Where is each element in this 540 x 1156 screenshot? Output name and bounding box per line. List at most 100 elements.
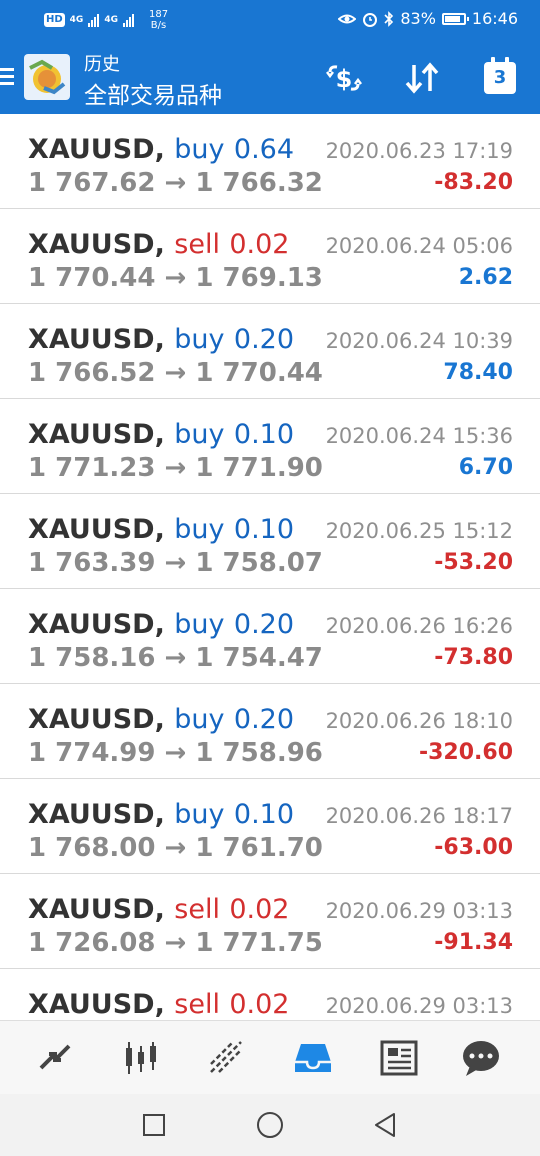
- trade-profit: -91.34: [434, 930, 513, 955]
- table-row[interactable]: XAUUSD, buy 0.64 1 767.62 → 1 766.32 202…: [0, 114, 540, 209]
- table-row[interactable]: XAUUSD, buy 0.20 1 774.99 → 1 758.96 202…: [0, 684, 540, 779]
- trade-side: buy: [174, 134, 225, 165]
- arrow-icon: →: [164, 263, 187, 293]
- status-left: HD 4G 4G 187 B/s: [44, 9, 168, 31]
- table-row[interactable]: XAUUSD, sell 0.02 2020.06.29 03:13: [0, 969, 540, 1020]
- table-row[interactable]: XAUUSD, buy 0.10 1 763.39 → 1 758.07 202…: [0, 494, 540, 589]
- battery-percent: 83%: [400, 9, 436, 28]
- app-bar: 历史 全部交易品种 $ 3: [0, 42, 540, 114]
- open-price: 1 771.23: [28, 453, 156, 483]
- open-price: 1 758.16: [28, 643, 156, 673]
- trade-symbol: XAUUSD,: [28, 704, 165, 735]
- trade-time: 2020.06.26 18:10: [325, 709, 513, 733]
- trade-volume: 0.02: [229, 989, 290, 1020]
- clock: 16:46: [471, 9, 518, 28]
- hd-indicator: HD: [44, 13, 65, 27]
- tab-news[interactable]: [374, 1033, 424, 1083]
- signal-bars-icon: [122, 13, 134, 27]
- tab-trade[interactable]: [202, 1033, 252, 1083]
- table-row[interactable]: XAUUSD, buy 0.10 1 771.23 → 1 771.90 202…: [0, 399, 540, 494]
- table-row[interactable]: XAUUSD, buy 0.20 1 766.52 → 1 770.44 202…: [0, 304, 540, 399]
- trade-prices: 1 774.99 → 1 758.96: [28, 738, 323, 768]
- trade-side: buy: [174, 609, 225, 640]
- battery-fill: [444, 15, 460, 22]
- news-icon: [380, 1040, 418, 1076]
- trade-title: XAUUSD, buy 0.20: [28, 324, 294, 355]
- status-bar: HD 4G 4G 187 B/s 83% 16:46: [0, 0, 540, 42]
- chat-icon: [463, 1041, 499, 1076]
- table-row[interactable]: XAUUSD, buy 0.10 1 768.00 → 1 761.70 202…: [0, 779, 540, 874]
- trade-profit: 6.70: [458, 455, 513, 480]
- trade-time: 2020.06.24 05:06: [325, 234, 513, 258]
- back-button[interactable]: [370, 1110, 400, 1140]
- trade-volume: 0.02: [229, 229, 290, 260]
- trade-time: 2020.06.25 15:12: [325, 519, 513, 543]
- arrow-icon: →: [164, 168, 187, 198]
- trade-prices: 1 771.23 → 1 771.90: [28, 453, 323, 483]
- trade-volume: 0.10: [233, 799, 295, 830]
- alarm-icon: [363, 12, 378, 27]
- profit-mode-button[interactable]: $: [322, 56, 366, 100]
- arrow-icon: →: [164, 358, 187, 388]
- sort-button[interactable]: [400, 56, 444, 100]
- trade-icon: [210, 1041, 242, 1073]
- trade-time: 2020.06.24 15:36: [325, 424, 513, 448]
- trade-side: buy: [174, 704, 225, 735]
- bluetooth-icon: [384, 10, 394, 27]
- trade-title: XAUUSD, sell 0.02: [28, 894, 289, 925]
- trade-profit: -320.60: [418, 740, 513, 765]
- metatrader-logo-icon: [24, 54, 70, 100]
- trade-prices: 1 763.39 → 1 758.07: [28, 548, 323, 578]
- trade-volume: 0.10: [233, 419, 295, 450]
- arrow-icon: →: [164, 453, 187, 483]
- trade-symbol: XAUUSD,: [28, 894, 165, 925]
- calendar-icon: 3: [484, 57, 516, 94]
- trade-side: buy: [174, 799, 225, 830]
- trade-profit: 78.40: [443, 360, 513, 385]
- tab-chat[interactable]: [456, 1033, 506, 1083]
- trade-time: 2020.06.24 10:39: [325, 329, 513, 353]
- table-row[interactable]: XAUUSD, sell 0.02 1 726.08 → 1 771.75 20…: [0, 874, 540, 969]
- table-row[interactable]: XAUUSD, sell 0.02 1 770.44 → 1 769.13 20…: [0, 209, 540, 304]
- trade-title: XAUUSD, buy 0.20: [28, 704, 294, 735]
- trade-prices: 1 768.00 → 1 761.70: [28, 833, 323, 863]
- close-price: 1 769.13: [195, 263, 323, 293]
- trade-symbol: XAUUSD,: [28, 609, 165, 640]
- history-icon: [295, 1044, 331, 1072]
- open-price: 1 768.00: [28, 833, 156, 863]
- arrow-icon: →: [164, 738, 187, 768]
- trade-symbol: XAUUSD,: [28, 514, 165, 545]
- trade-profit: -83.20: [434, 170, 513, 195]
- status-right: 83% 16:46: [338, 9, 518, 28]
- trade-symbol: XAUUSD,: [28, 324, 165, 355]
- battery-icon: [441, 12, 469, 25]
- open-price: 1 726.08: [28, 928, 156, 958]
- home-button[interactable]: [255, 1110, 285, 1140]
- trade-symbol: XAUUSD,: [28, 989, 165, 1020]
- trade-history-list[interactable]: XAUUSD, buy 0.64 1 767.62 → 1 766.32 202…: [0, 114, 540, 1020]
- recent-apps-button[interactable]: [139, 1110, 169, 1140]
- svg-text:$: $: [336, 65, 353, 93]
- signal-bars-icon: [88, 13, 100, 27]
- calendar-day: 3: [493, 67, 507, 88]
- menu-icon[interactable]: [0, 68, 14, 89]
- symbol-filter-title[interactable]: 全部交易品种: [84, 76, 222, 110]
- trade-side: buy: [174, 419, 225, 450]
- trade-title: XAUUSD, buy 0.64: [28, 134, 294, 165]
- signal-label-2: 4G: [104, 14, 118, 25]
- period-button[interactable]: 3: [478, 56, 522, 100]
- arrow-icon: →: [164, 643, 187, 673]
- trade-title: XAUUSD, buy 0.10: [28, 419, 294, 450]
- network-speed-value: 187: [148, 9, 169, 20]
- tab-chart[interactable]: [116, 1033, 166, 1083]
- trade-volume: 0.20: [233, 324, 295, 355]
- trade-title: XAUUSD, buy 0.10: [28, 799, 294, 830]
- trade-side: buy: [174, 514, 225, 545]
- trade-profit: -53.20: [434, 550, 513, 575]
- close-price: 1 758.07: [195, 548, 323, 578]
- trade-volume: 0.10: [233, 514, 295, 545]
- tab-history[interactable]: [288, 1033, 338, 1083]
- tab-quotes[interactable]: [30, 1033, 80, 1083]
- table-row[interactable]: XAUUSD, buy 0.20 1 758.16 → 1 754.47 202…: [0, 589, 540, 684]
- trade-volume: 0.02: [229, 894, 290, 925]
